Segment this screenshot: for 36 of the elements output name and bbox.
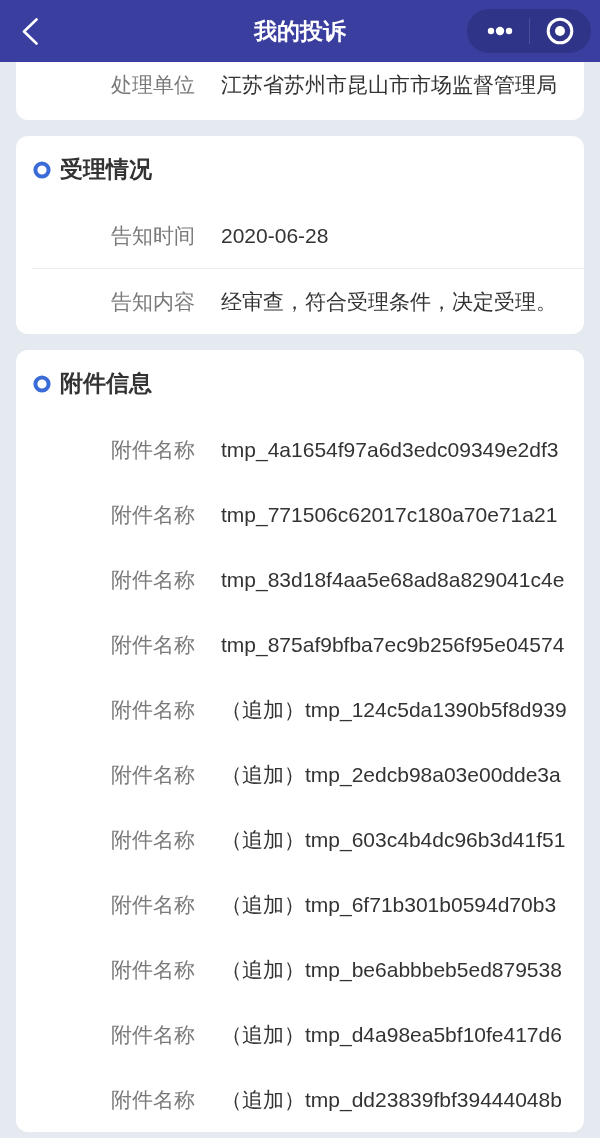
field-label: 附件名称 <box>111 1086 195 1113</box>
field-label: 告知内容 <box>111 288 195 315</box>
field-label: 附件名称 <box>111 956 195 983</box>
section-title: 附件信息 <box>60 369 152 398</box>
field-value: （追加）tmp_2edcb98a03e00dde3a <box>221 761 561 789</box>
target-icon[interactable] <box>546 17 574 45</box>
field-label: 附件名称 <box>111 761 195 788</box>
field-value: （追加）tmp_dd23839fbf39444048b <box>221 1086 562 1114</box>
ring-icon <box>33 160 51 179</box>
field-value: （追加）tmp_603c4b4dc96b3d41f51 <box>221 826 566 854</box>
field-label: 附件名称 <box>111 566 195 593</box>
field-value: 经审查，符合受理条件，决定受理。 <box>221 288 557 315</box>
field-value: tmp_875af9bfba7ec9b256f95e04574 <box>221 632 565 657</box>
field-label: 附件名称 <box>111 696 195 723</box>
field-value: （追加）tmp_be6abbbeb5ed879538 <box>221 956 562 984</box>
field-value: 2020-06-28 <box>221 223 329 248</box>
field-label: 告知时间 <box>111 222 195 249</box>
field-value: tmp_83d18f4aa5e68ad8a829041c4e <box>221 567 565 592</box>
back-icon[interactable] <box>22 17 38 45</box>
field-value: （追加）tmp_124c5da1390b5f8d939 <box>221 696 567 724</box>
field-label: 处理单位 <box>111 72 195 98</box>
field-label: 附件名称 <box>111 891 195 918</box>
ring-icon <box>33 374 51 393</box>
field-value: tmp_4a1654f97a6d3edc09349e2df3 <box>221 437 559 462</box>
more-icon[interactable] <box>487 26 513 36</box>
field-label: 附件名称 <box>111 631 195 658</box>
field-value: （追加）tmp_6f71b301b0594d70b3 <box>221 891 557 919</box>
field-value: tmp_771506c62017c180a70e71a21 <box>221 502 558 527</box>
field-value: 江苏省苏州市昆山市市场监督管理局 <box>221 72 557 98</box>
field-label: 附件名称 <box>111 826 195 853</box>
field-label: 附件名称 <box>111 1021 195 1048</box>
field-label: 附件名称 <box>111 501 195 528</box>
field-value: （追加）tmp_d4a98ea5bf10fe417d6 <box>221 1021 562 1049</box>
section-title: 受理情况 <box>60 155 152 184</box>
field-label: 附件名称 <box>111 436 195 463</box>
page-title: 我的投诉 <box>254 16 346 46</box>
